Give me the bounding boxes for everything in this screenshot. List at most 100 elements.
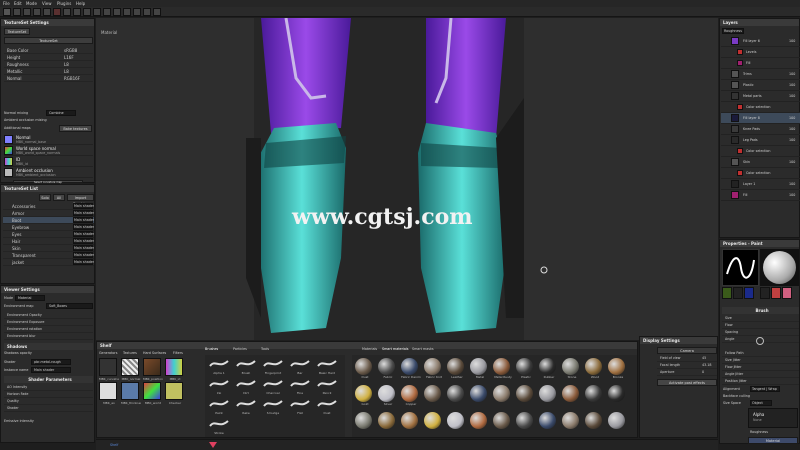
material-preset[interactable] [401,412,421,437]
material-preset[interactable] [585,412,605,437]
shader-params-section[interactable]: Shader Parameters [4,376,93,383]
layer-item[interactable]: Leg Pads 100 [721,135,800,146]
material-preset[interactable] [608,412,628,437]
material-preset[interactable]: Fabric Knit [424,358,444,383]
activate-post-effects-button[interactable]: Activate post effects [657,379,717,386]
material-button[interactable]: Material [748,437,798,444]
polygon-fill-icon[interactable] [63,8,71,16]
layer-item[interactable]: Fill 100 [721,190,800,201]
tab-particles[interactable]: Particles [233,347,247,351]
material-preset[interactable] [493,385,513,410]
camera-section[interactable]: Camera [657,347,717,354]
brush-slot-icon[interactable] [744,287,754,299]
layer-item[interactable]: Metal parts 100 [721,91,800,102]
slider-row[interactable]: Environment rotation [4,326,93,333]
grid-icon[interactable] [153,8,161,16]
textureset-item[interactable]: Hair Main shader [3,238,94,245]
slider-row[interactable]: Environment Exposure [4,319,93,326]
view-mode-icon[interactable] [143,8,151,16]
clone-tool-icon[interactable] [43,8,51,16]
tab-filters[interactable]: Filters [173,351,183,355]
camera-icon[interactable] [83,8,91,16]
textureset-item[interactable]: Skin Main shader [3,245,94,252]
material-preset[interactable]: Bronze [608,358,628,383]
textureset-item-selected[interactable]: Boot Main shader [3,217,94,224]
select-curvature-button[interactable]: Select curvature map [13,180,83,184]
shadows-section[interactable]: Shadows [4,343,93,350]
material-preset[interactable]: Rubber [539,358,559,383]
jitter-row[interactable]: Size Jitter [722,357,799,364]
textureset-item[interactable]: Eyes Main shader [3,231,94,238]
material-preset[interactable] [562,412,582,437]
slider-row[interactable]: Environment blur [4,333,93,340]
material-preset[interactable]: Wood [585,358,605,383]
material-preset[interactable]: Copper [401,385,421,410]
texture-thumb[interactable] [99,382,117,400]
bake-icon[interactable] [73,8,81,16]
settings-icon[interactable] [113,8,121,16]
tab-brushes[interactable]: Brushes [205,347,218,351]
layer-item[interactable]: Fill [721,58,800,69]
menu-edit[interactable]: Edit [14,1,22,6]
texture-thumb[interactable] [165,358,183,376]
texture-thumb[interactable] [143,358,161,376]
tab-smart-materials[interactable]: Smart materials [382,347,409,351]
layer-item[interactable]: Color selection [721,168,800,179]
texture-thumb[interactable] [121,358,139,376]
brush-preset[interactable]: Dust [315,397,339,415]
material-preset[interactable]: Fabric [378,358,398,383]
tab-generators[interactable]: Generators [99,351,117,355]
normal-mixing-select[interactable]: Combine [46,110,76,116]
tab-smart-masks[interactable]: Smart masks [412,347,434,351]
solo-button[interactable]: Solo [39,194,51,201]
material-preset[interactable]: Plastic [516,358,536,383]
tab-hard-surfaces[interactable]: Hard Surfaces [143,351,166,355]
camera-row[interactable]: Focal length 43.18 [657,362,717,369]
tab-tools[interactable]: Tools [261,347,269,351]
picker-tool-icon[interactable] [53,8,61,16]
material-preset[interactable]: Stone [562,358,582,383]
param-row[interactable]: Shader [4,405,93,412]
symmetry-icon[interactable] [103,8,111,16]
material-preset[interactable] [516,385,536,410]
mode-select[interactable]: Material [15,295,45,301]
layer-item[interactable]: Color selection [721,102,800,113]
brush-preset[interactable]: Paint [207,397,231,415]
jitter-row[interactable]: Follow Path [722,350,799,357]
material-preset[interactable] [447,385,467,410]
layer-item[interactable]: Color selection [721,146,800,157]
material-preset[interactable] [424,385,444,410]
jitter-row[interactable]: Flow Jitter [722,364,799,371]
material-preset[interactable] [378,412,398,437]
alpha-slot-icon[interactable] [722,287,732,299]
layer-item[interactable]: Trims 100 [721,69,800,80]
bake-textures-button[interactable]: Bake textures [59,125,92,132]
brush-preset[interactable]: Fingerprint [261,357,285,375]
texture-thumb[interactable] [165,382,183,400]
brush-slider[interactable]: Size [722,315,799,322]
brush-slider[interactable]: Flow [722,322,799,329]
textureset-item[interactable]: Transparent Main shader [3,252,94,259]
brush-preset[interactable]: Basic Hard [315,357,339,375]
eraser-tool-icon[interactable] [13,8,21,16]
layer-item[interactable]: Layer 1 100 [721,179,800,190]
brush-preset[interactable]: Flat [288,397,312,415]
layer-item[interactable]: Levels [721,47,800,58]
layer-item[interactable]: Fill layer 6 100 [721,36,800,47]
brush-preset[interactable]: Bar [288,357,312,375]
tab-textures[interactable]: Textures [123,351,137,355]
tab-textureset[interactable]: TextureSet [4,28,30,35]
render-icon[interactable] [93,8,101,16]
brush-preset[interactable]: Stroke [207,417,231,435]
shader-select[interactable]: pbr-metal-rough [31,359,71,365]
param-row[interactable]: Horizon Fade [4,391,93,398]
textureset-item[interactable]: jacket Main shader [3,259,94,266]
camera-row[interactable]: Field of view 45 [657,355,717,362]
material-preset[interactable] [608,385,628,410]
menu-help[interactable]: Help [76,1,85,6]
material-preset[interactable]: Gold [355,385,375,410]
material-preset[interactable] [585,385,605,410]
brush-preset[interactable]: Smudge [261,397,285,415]
material-preset[interactable]: Metal Rusty [493,358,513,383]
screenshot-icon[interactable] [123,8,131,16]
